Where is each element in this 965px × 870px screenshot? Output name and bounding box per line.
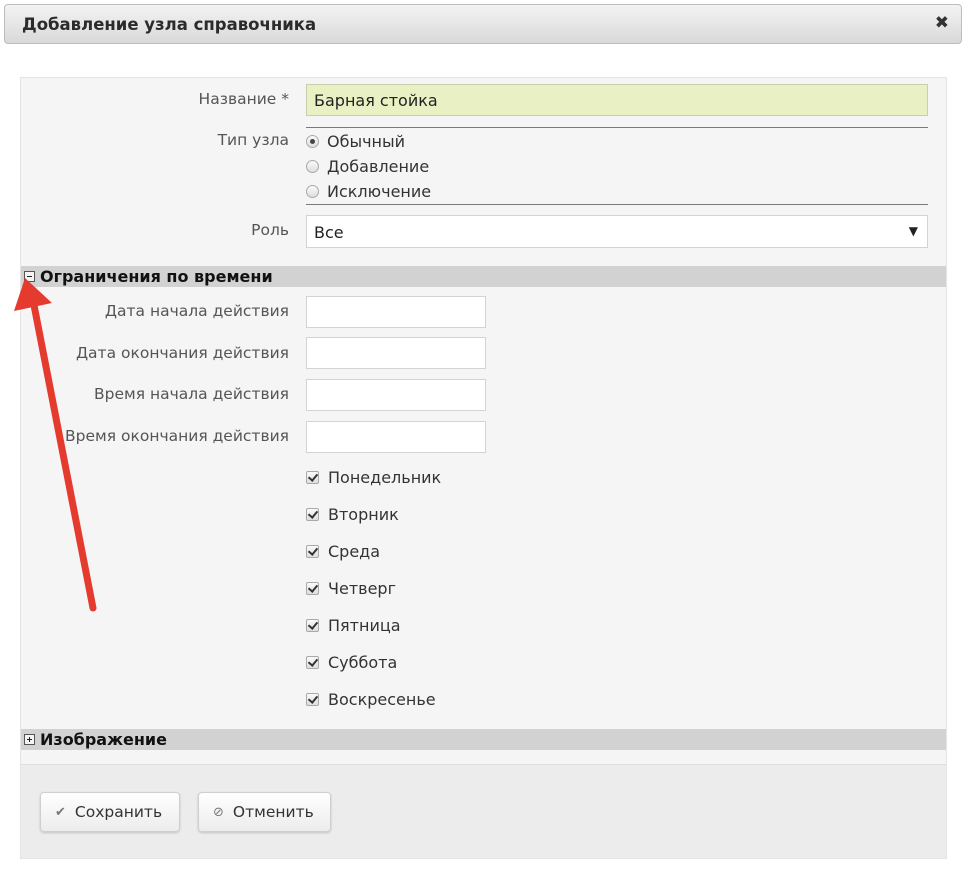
- radio-normal-label: Обычный: [327, 131, 406, 151]
- end-date-label: Дата окончания действия: [75, 344, 289, 362]
- cancel-button[interactable]: ⊘ Отменить: [198, 792, 331, 832]
- section-time-restrictions[interactable]: Ограничения по времени: [21, 266, 946, 287]
- node-type-bottom-divider: [306, 204, 928, 205]
- dialog-title: Добавление узла справочника: [22, 15, 317, 34]
- section-image-title: Изображение: [40, 730, 167, 749]
- day-saturday-label: Суббота: [328, 652, 398, 672]
- checkbox-friday[interactable]: [306, 618, 319, 632]
- day-sunday[interactable]: Воскресенье: [306, 688, 436, 710]
- radio-normal[interactable]: [306, 134, 319, 148]
- end-time-input[interactable]: [306, 421, 486, 453]
- checkbox-monday[interactable]: [306, 470, 319, 484]
- radio-option-exclude[interactable]: Исключение: [306, 180, 431, 202]
- day-wednesday[interactable]: Среда: [306, 540, 380, 562]
- name-label: Название *: [198, 90, 289, 108]
- day-thursday-label: Четверг: [328, 578, 396, 598]
- role-label: Роль: [251, 221, 289, 239]
- day-saturday[interactable]: Суббота: [306, 651, 397, 673]
- day-friday-label: Пятница: [328, 615, 401, 635]
- checkbox-tuesday[interactable]: [306, 507, 319, 521]
- day-tuesday[interactable]: Вторник: [306, 503, 399, 525]
- start-time-label: Время начала действия: [94, 385, 289, 403]
- radio-add-label: Добавление: [327, 156, 430, 176]
- end-time-label: Время окончания действия: [65, 427, 289, 445]
- check-icon: ✔: [55, 804, 66, 820]
- checkbox-saturday[interactable]: [306, 655, 319, 669]
- day-wednesday-label: Среда: [328, 541, 381, 561]
- day-friday[interactable]: Пятница: [306, 614, 401, 636]
- day-tuesday-label: Вторник: [328, 504, 399, 524]
- form-panel: Название * Тип узла Обычный Добавление И…: [20, 77, 947, 859]
- day-monday-label: Понедельник: [328, 467, 442, 487]
- section-image[interactable]: Изображение: [21, 729, 946, 750]
- start-date-label: Дата начала действия: [104, 302, 289, 320]
- end-date-input[interactable]: [306, 337, 486, 369]
- start-time-input[interactable]: [306, 379, 486, 411]
- day-monday[interactable]: Понедельник: [306, 466, 441, 488]
- name-input[interactable]: [306, 84, 928, 116]
- start-date-input[interactable]: [306, 296, 486, 328]
- checkbox-thursday[interactable]: [306, 581, 319, 595]
- node-type-label: Тип узла: [217, 131, 289, 149]
- save-button-label: Сохранить: [74, 803, 163, 821]
- expand-toggle-icon[interactable]: [24, 734, 35, 745]
- day-thursday[interactable]: Четверг: [306, 577, 396, 599]
- checkbox-wednesday[interactable]: [306, 544, 319, 558]
- close-icon[interactable]: ✖: [935, 15, 949, 32]
- checkbox-sunday[interactable]: [306, 692, 319, 706]
- radio-exclude[interactable]: [306, 184, 319, 198]
- role-select[interactable]: Все ▼: [306, 215, 928, 248]
- day-sunday-label: Воскресенье: [328, 689, 436, 709]
- dialog-footer: ✔ Сохранить ⊘ Отменить: [21, 764, 946, 858]
- radio-option-add[interactable]: Добавление: [306, 155, 429, 177]
- collapse-toggle-icon[interactable]: [24, 271, 35, 282]
- cancel-icon: ⊘: [213, 804, 224, 820]
- radio-option-normal[interactable]: Обычный: [306, 130, 405, 152]
- radio-exclude-label: Исключение: [327, 181, 432, 201]
- role-select-value: Все: [314, 223, 344, 242]
- cancel-button-label: Отменить: [232, 803, 314, 821]
- node-type-top-divider: [306, 127, 928, 128]
- dropdown-arrow-icon: ▼: [908, 224, 918, 238]
- radio-add[interactable]: [306, 159, 319, 173]
- section-time-title: Ограничения по времени: [40, 267, 273, 286]
- dialog-titlebar: Добавление узла справочника ✖: [4, 4, 962, 44]
- save-button[interactable]: ✔ Сохранить: [40, 792, 180, 832]
